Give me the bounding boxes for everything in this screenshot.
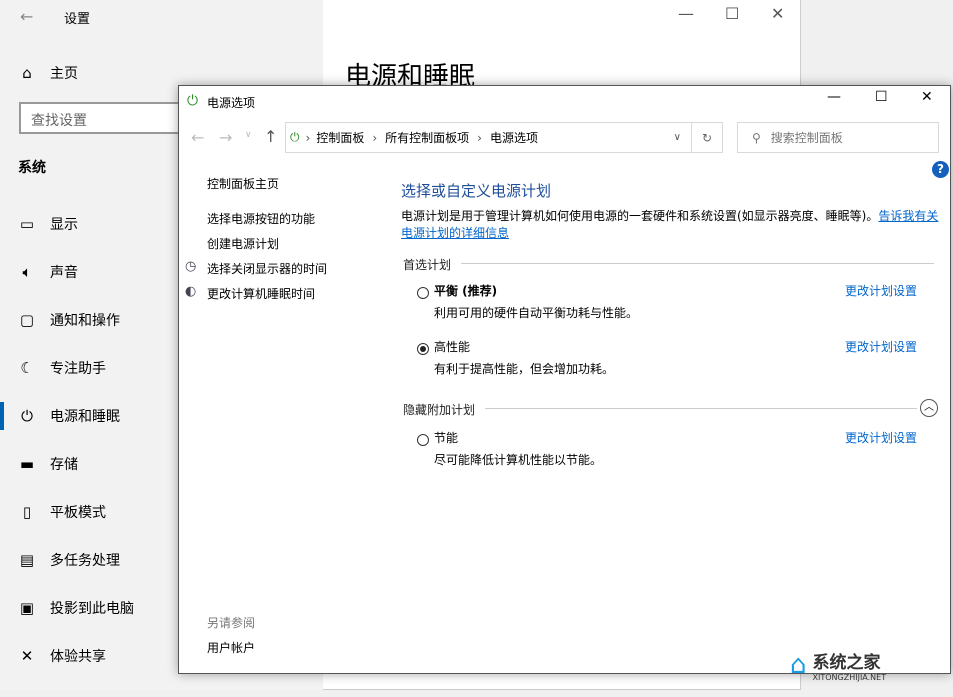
power-button-link[interactable]: 选择电源按钮的功能 <box>207 210 315 227</box>
minimize-button[interactable]: — <box>827 89 841 105</box>
multitask-icon: ▤ <box>18 551 36 569</box>
radio-high-performance[interactable] <box>417 343 429 355</box>
nav-item[interactable]: ▢ 通知和操作 <box>18 310 120 330</box>
plan-description: 有利于提高性能，但会增加功耗。 <box>434 360 614 377</box>
radio-balanced[interactable] <box>417 287 429 299</box>
moon-icon: ☾ <box>18 359 36 377</box>
nav-label: 平板模式 <box>50 502 106 522</box>
nav-label: 通知和操作 <box>50 310 120 330</box>
search-icon: ⚲ <box>752 131 761 145</box>
change-plan-settings-link[interactable]: 更改计划设置 <box>845 282 917 299</box>
home-icon: ⌂ <box>18 64 36 82</box>
speaker-icon: 🔈︎ <box>18 263 36 281</box>
monitor-icon: ▭ <box>18 215 36 233</box>
maximize-button[interactable]: ☐ <box>875 89 888 105</box>
home-link[interactable]: ⌂ 主页 <box>18 63 78 83</box>
nav-item[interactable]: ▣ 投影到此电脑 <box>18 598 134 618</box>
radio-power-saver[interactable] <box>417 434 429 446</box>
nav-label: 存储 <box>50 454 78 474</box>
control-panel-icon: ⏻ <box>290 130 300 145</box>
power-icon: ⏻ <box>18 407 36 425</box>
nav-item[interactable]: ☾ 专注助手 <box>18 358 106 378</box>
main-heading: 选择或自定义电源计划 <box>401 180 551 201</box>
see-also-label: 另请参阅 <box>207 614 255 631</box>
back-button[interactable]: ← <box>191 128 204 147</box>
share-icon: ✕ <box>18 647 36 665</box>
display-icon: ◷ <box>185 259 196 274</box>
storage-icon: ▬ <box>18 455 36 473</box>
close-button[interactable]: ✕ <box>771 4 784 23</box>
create-plan-link[interactable]: 创建电源计划 <box>207 235 279 252</box>
details-link[interactable]: 告诉我有关 <box>878 209 938 223</box>
sleep-icon: ◐ <box>185 284 196 299</box>
details-link[interactable]: 电源计划的详细信息 <box>401 226 509 240</box>
chevron-down-icon[interactable]: ∨ <box>674 132 681 143</box>
watermark-cn: 系统之家 <box>813 648 887 673</box>
recent-dropdown[interactable]: ∨ <box>245 130 252 140</box>
help-icon[interactable]: ? <box>932 161 949 178</box>
change-plan-settings-link[interactable]: 更改计划设置 <box>845 338 917 355</box>
plan-description: 尽可能降低计算机性能以节能。 <box>434 451 602 468</box>
hidden-plans-heading: 隐藏附加计划 <box>403 401 475 418</box>
nav-label: 体验共享 <box>50 646 106 666</box>
nav-label: 显示 <box>50 214 78 234</box>
nav-label: 专注助手 <box>50 358 106 378</box>
nav-label: 多任务处理 <box>50 550 120 570</box>
user-accounts-link[interactable]: 用户帐户 <box>207 639 255 656</box>
refresh-button[interactable]: ↻ <box>691 123 722 152</box>
description-text: 电源计划是用于管理计算机如何使用电源的一套硬件和系统设置(如显示器亮度、睡眠等)… <box>401 209 878 223</box>
plan-name: 节能 <box>434 429 458 446</box>
tablet-icon: ▯ <box>18 503 36 521</box>
change-plan-settings-link[interactable]: 更改计划设置 <box>845 429 917 446</box>
forward-button[interactable]: → <box>219 128 232 147</box>
power-plug-icon: ⏻ <box>187 93 198 109</box>
watermark: ⌂ 系统之家 XITONGZHIJIA.NET <box>790 648 886 682</box>
home-label: 主页 <box>50 63 78 83</box>
collapse-chevron-icon[interactable]: ︿ <box>920 399 938 417</box>
settings-title: 设置 <box>64 8 90 27</box>
display-off-link[interactable]: 选择关闭显示器的时间 <box>207 260 327 277</box>
plan-name: 平衡 (推荐) <box>434 282 497 299</box>
nav-item[interactable]: 🔈︎ 声音 <box>18 262 78 282</box>
nav-label: 电源和睡眠 <box>50 406 120 426</box>
active-indicator <box>0 402 4 430</box>
address-bar[interactable]: ⏻ ›控制面板 ›所有控制面板项 ›电源选项 ∨ ↻ <box>285 122 723 153</box>
control-panel-home-link[interactable]: 控制面板主页 <box>207 175 279 192</box>
house-logo-icon: ⌂ <box>790 650 807 680</box>
breadcrumb-item[interactable]: 控制面板 <box>316 129 364 146</box>
nav-item[interactable]: ▤ 多任务处理 <box>18 550 120 570</box>
power-options-window: ⏻ 电源选项 — ☐ ✕ ← → ∨ ↑ ⏻ ›控制面板 ›所有控制面板项 ›电… <box>178 85 951 674</box>
notification-icon: ▢ <box>18 311 36 329</box>
description: 电源计划是用于管理计算机如何使用电源的一套硬件和系统设置(如显示器亮度、睡眠等)… <box>401 208 941 242</box>
minimize-button[interactable]: — <box>678 4 694 23</box>
nav-item[interactable]: ▯ 平板模式 <box>18 502 106 522</box>
window-title: 电源选项 <box>207 94 255 111</box>
plan-description: 利用可用的硬件自动平衡功耗与性能。 <box>434 304 638 321</box>
plan-name: 高性能 <box>434 338 470 355</box>
back-icon[interactable]: ← <box>20 7 33 26</box>
project-icon: ▣ <box>18 599 36 617</box>
watermark-en: XITONGZHIJIA.NET <box>813 673 887 682</box>
maximize-button[interactable]: ☐ <box>725 4 739 23</box>
preferred-plans-heading: 首选计划 <box>403 256 451 273</box>
nav-item[interactable]: ▬ 存储 <box>18 454 78 474</box>
search-placeholder: 查找设置 <box>31 113 87 129</box>
up-button[interactable]: ↑ <box>264 127 277 146</box>
section-heading: 系统 <box>18 157 46 177</box>
breadcrumb-item[interactable]: 所有控制面板项 <box>385 129 469 146</box>
nav-item[interactable]: ⏻ 电源和睡眠 <box>18 406 120 426</box>
sleep-time-link[interactable]: 更改计算机睡眠时间 <box>207 285 315 302</box>
breadcrumb-item[interactable]: 电源选项 <box>490 129 538 146</box>
nav-label: 投影到此电脑 <box>50 598 134 618</box>
close-button[interactable]: ✕ <box>921 89 933 105</box>
nav-item[interactable]: ▭ 显示 <box>18 214 78 234</box>
nav-item[interactable]: ✕ 体验共享 <box>18 646 106 666</box>
search-input[interactable]: ⚲ 搜索控制面板 <box>737 122 939 153</box>
search-placeholder: 搜索控制面板 <box>771 129 843 146</box>
nav-label: 声音 <box>50 262 78 282</box>
plan-balanced[interactable] <box>417 284 429 303</box>
